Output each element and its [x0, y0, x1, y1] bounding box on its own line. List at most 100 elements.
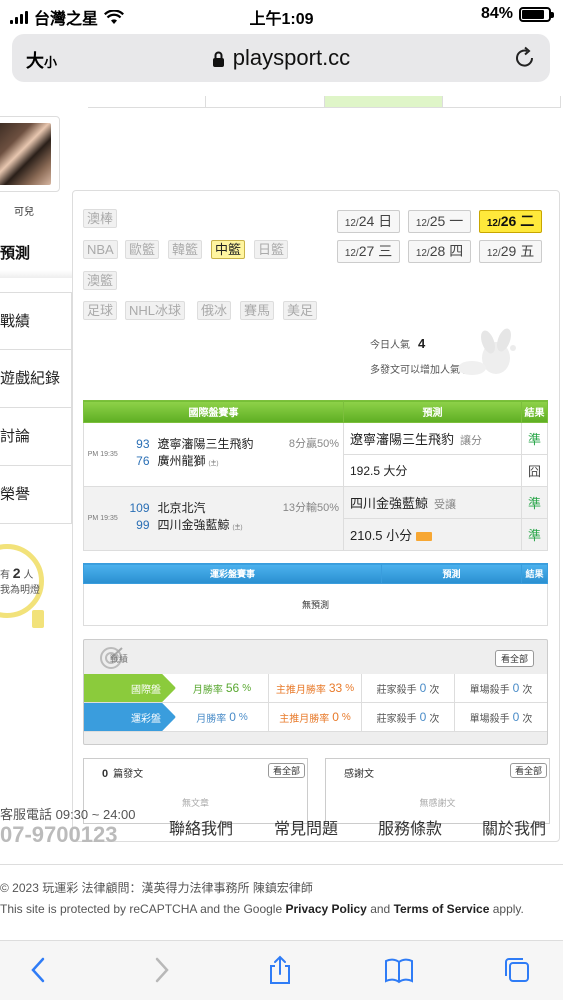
sport-tab[interactable]: NBA: [83, 240, 118, 259]
sport-tab[interactable]: 足球: [83, 301, 118, 320]
hot-badge-icon: [416, 532, 433, 542]
result-cell: 準: [521, 486, 548, 519]
battery-percent: 84%: [480, 5, 513, 22]
support-phone-label: 客服電話 09:30 ~ 24:00: [0, 807, 136, 822]
top-tab[interactable]: [442, 96, 561, 108]
prediction-cell: 210.5 小分: [343, 518, 522, 551]
date-button[interactable]: 12/24 日: [337, 210, 400, 233]
result-cell: 準: [521, 422, 548, 455]
top-tab-active[interactable]: [324, 96, 443, 108]
date-button[interactable]: 12/27 三: [337, 240, 400, 263]
col-header-prediction: 預測: [381, 563, 522, 584]
wifi-icon: [104, 9, 124, 24]
record-title: 戰績: [110, 654, 129, 664]
col-header-prediction: 預測: [343, 400, 522, 423]
support-phone: 07-9700123: [0, 822, 118, 847]
date-button-selected[interactable]: 12/26 二: [479, 210, 542, 233]
table-row: PM 19:35 93 遼寧瀋陽三生飛豹 8分贏50% 76 廣州龍獅 (主) 遼寧瀋陽…: [83, 422, 548, 487]
record-rows: 國際盤 月勝率 56% 主推月勝率 33% 莊家殺手 0 次 單場殺手 0 次 運彩盤 月勝…: [84, 674, 547, 732]
record-row-intl: 國際盤 月勝率 56% 主推月勝率 33% 莊家殺手 0 次 單場殺手 0 次: [84, 674, 547, 703]
user-name: 可兒: [14, 207, 34, 218]
privacy-link[interactable]: Privacy Policy: [285, 902, 366, 916]
status-bar: 上午1:09 台灣之星 84%: [0, 0, 563, 30]
nav-item-honor[interactable]: 榮譽: [0, 466, 72, 524]
footer-link-about[interactable]: 關於我們: [482, 815, 546, 839]
footer-divider: [0, 864, 563, 865]
record-panel: 戰績 看全部 國際盤 月勝率 56% 主推月勝率 33% 莊家殺手 0 次 單場殺手 0 次…: [83, 639, 548, 745]
prediction-cell: 遼寧瀋陽三生飛豹 讓分: [343, 422, 522, 455]
lightbulb-base: [32, 610, 44, 628]
tabs-icon[interactable]: [502, 955, 532, 985]
nav-title-predictions[interactable]: 預測: [0, 242, 30, 263]
lock-icon: [212, 51, 224, 67]
sport-tab-selected[interactable]: 中籃: [211, 240, 246, 259]
sport-tab[interactable]: 美足: [283, 301, 318, 320]
sport-tab[interactable]: NHL冰球: [125, 301, 186, 320]
recaptcha-notice: This site is protected by reCAPTCHA and …: [0, 902, 524, 916]
intl-predictions-table: 國際盤賽事 預測 結果 PM 19:35 93 遼寧瀋陽三生飛豹 8分贏50% 76…: [83, 400, 548, 551]
sport-tab[interactable]: 賽馬: [240, 301, 275, 320]
thanks-empty: 無感謝文: [419, 798, 456, 808]
bookmarks-icon[interactable]: [384, 955, 414, 985]
thanks-title: 感謝文: [344, 769, 374, 780]
address-bar[interactable]: 大小 playsport.cc: [12, 34, 550, 82]
top-tab[interactable]: [206, 96, 325, 108]
mascot-icon: [458, 328, 516, 375]
main-rate: 主推月勝率 0%: [269, 703, 362, 731]
house-killer: 莊家殺手 0 次: [362, 703, 455, 731]
sport-tab[interactable]: 俄冰: [197, 301, 232, 320]
browser-toolbar: [0, 940, 563, 1000]
top-tab-strip: [88, 96, 561, 108]
footer-link-contact[interactable]: 聯絡我們: [169, 815, 233, 839]
nav-item-discussion[interactable]: 討論: [0, 408, 72, 466]
share-icon[interactable]: [265, 955, 295, 985]
battery-icon: [519, 6, 554, 22]
local-predictions-table: 運彩盤賽事 預測 結果 無預測: [83, 563, 548, 626]
game-time: PM 19:35: [83, 486, 122, 551]
date-button[interactable]: 12/29 五: [479, 240, 542, 263]
sport-tab[interactable]: 歐籃: [125, 240, 160, 259]
bulb-text: 有 2 人 我為明燈: [0, 565, 40, 597]
nav-divider: [0, 270, 72, 278]
month-rate: 月勝率 56%: [176, 674, 269, 702]
empty-predictions: 無預測: [83, 583, 548, 626]
col-header-result: 結果: [521, 400, 548, 423]
sport-tab[interactable]: 韓籃: [168, 240, 203, 259]
house-killer: 莊家殺手 0 次: [362, 674, 455, 702]
record-label: 國際盤: [84, 674, 176, 702]
nav-item-record[interactable]: 戰績: [0, 292, 72, 350]
avatar[interactable]: [0, 123, 51, 185]
forward-icon[interactable]: [146, 955, 176, 985]
date-button[interactable]: 12/25 一: [408, 210, 471, 233]
reload-icon[interactable]: [512, 45, 538, 71]
footer-link-faq[interactable]: 常見問題: [274, 815, 338, 839]
record-more-button[interactable]: 看全部: [495, 650, 535, 667]
sport-tab[interactable]: 澳籃: [83, 271, 118, 290]
table-row: PM 19:35 109 北京北汽 13分輸50% 99 四川金強藍鯨 (主) 四川金強…: [83, 486, 548, 551]
copyright: © 2023 玩運彩 法律顧問：漢英得力法律事務所 陳鎮宏律師: [0, 881, 313, 895]
sport-tab[interactable]: 日籃: [254, 240, 289, 259]
game-teams: 93 遼寧瀋陽三生飛豹 8分贏50% 76 廣州龍獅 (主): [121, 422, 344, 487]
sport-tab[interactable]: 澳棒: [83, 209, 118, 228]
nav-item-game-log[interactable]: 遊戲紀錄: [0, 350, 72, 408]
single-killer: 單場殺手 0 次: [469, 710, 533, 725]
posts-more-button[interactable]: 看全部: [268, 763, 306, 778]
col-header-result: 結果: [521, 563, 548, 584]
terms-link[interactable]: Terms of Service: [394, 902, 490, 916]
date-button[interactable]: 12/28 四: [408, 240, 471, 263]
thanks-more-button[interactable]: 看全部: [510, 763, 548, 778]
main-rate: 主推月勝率 33%: [269, 674, 362, 702]
signal-icon: [10, 10, 28, 24]
record-row-local: 運彩盤 月勝率 0% 主推月勝率 0% 莊家殺手 0 次 單場殺手 0 次: [84, 703, 547, 732]
posts-count: 0 篇發文: [102, 768, 144, 780]
top-tab[interactable]: [88, 96, 207, 108]
result-cell: 囧: [521, 454, 548, 487]
col-header-local: 運彩盤賽事: [83, 563, 382, 584]
col-header-intl: 國際盤賽事: [83, 400, 344, 423]
month-rate: 月勝率 0%: [176, 703, 269, 731]
carrier: 台灣之星: [34, 11, 99, 28]
footer-link-terms[interactable]: 服務條款: [378, 815, 442, 839]
avatar-frame[interactable]: [0, 116, 60, 192]
url-display[interactable]: playsport.cc: [12, 45, 550, 71]
back-icon[interactable]: [24, 955, 54, 985]
